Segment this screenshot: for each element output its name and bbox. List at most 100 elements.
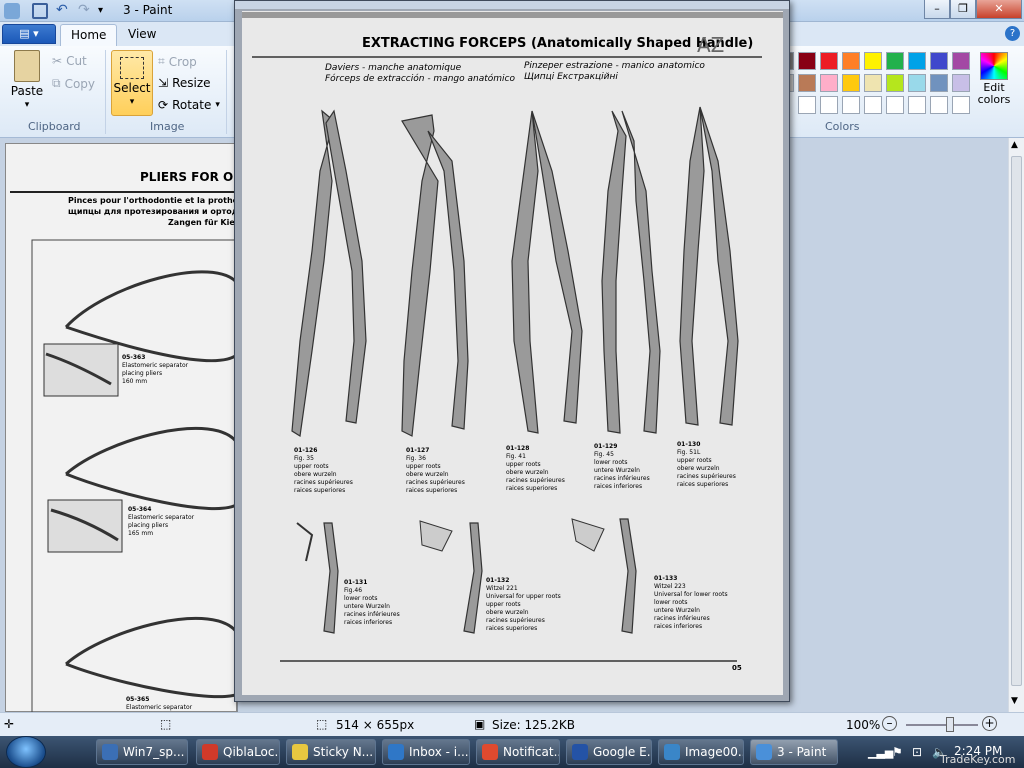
color-swatch[interactable]	[886, 52, 904, 70]
cut-button[interactable]: ✂ Cut	[52, 54, 87, 68]
catalog-subtitle: Daviers - manche anatomique	[325, 63, 462, 73]
color-swatch[interactable]	[908, 52, 926, 70]
close-button[interactable]: ✕	[976, 0, 1022, 19]
crop-button[interactable]: ⌗ Crop	[158, 54, 197, 69]
divider	[226, 50, 227, 134]
google-earth-icon	[572, 744, 588, 760]
vertical-scrollbar[interactable]: ▲ ▼	[1008, 138, 1024, 712]
chevron-down-icon: ▾	[129, 97, 135, 107]
taskbar-item-image-viewer[interactable]: Image00...	[658, 739, 744, 765]
catalog-left-subtitle: Zangen für Kief	[168, 218, 239, 227]
taskbar-item-sticky-notes[interactable]: Sticky N...	[286, 739, 376, 765]
empty-color-swatch[interactable]	[930, 96, 948, 114]
zoom-slider-track[interactable]	[906, 724, 978, 726]
copy-icon: ⧉	[52, 76, 61, 90]
paint-app-icon[interactable]	[4, 3, 20, 19]
scroll-down-icon[interactable]: ▼	[1011, 696, 1018, 706]
rotate-button[interactable]: ⟳ Rotate ▾	[158, 98, 220, 112]
save-icon[interactable]	[32, 3, 48, 19]
scroll-thumb[interactable]	[1011, 156, 1022, 686]
forceps-catalog-page: EXTRACTING FORCEPS (Anatomically Shaped …	[242, 11, 783, 695]
taskbar-item-win7-sp[interactable]: Win7_sp...	[96, 739, 188, 765]
edit-colors-button[interactable]: Edit colors	[977, 52, 1011, 106]
item-label: 05-363 Elastomeric separator placing plie…	[122, 354, 189, 385]
empty-color-swatch[interactable]	[864, 96, 882, 114]
taskbar-item-label: Sticky N...	[313, 745, 374, 759]
color-swatch[interactable]	[820, 52, 838, 70]
zoom-slider-thumb[interactable]	[946, 717, 954, 732]
taskbar-item-label: Inbox - i...	[409, 745, 469, 759]
network-icon[interactable]: ⊡	[912, 745, 922, 759]
minimize-button[interactable]: –	[924, 0, 950, 19]
inbox-icon	[388, 744, 404, 760]
color-swatch[interactable]	[864, 52, 882, 70]
color-swatch[interactable]	[930, 52, 948, 70]
empty-color-swatch[interactable]	[886, 96, 904, 114]
paint-menu-button[interactable]: ▤ ▾	[2, 24, 56, 44]
forceps-label: 01-130 Fig. 51L upper roots obere wurzeln ra…	[677, 441, 736, 488]
image-dimensions: 514 × 655px	[336, 718, 415, 732]
empty-color-swatch[interactable]	[908, 96, 926, 114]
forceps-label: 01-129 Fig. 45 lower roots untere Wurzeln ra…	[594, 443, 650, 490]
windows-taskbar: Win7_sp... QiblaLoc... Sticky N... Inbox - …	[0, 736, 1024, 768]
empty-color-swatch[interactable]	[952, 96, 970, 114]
tab-view[interactable]: View	[118, 24, 166, 46]
empty-color-swatch[interactable]	[842, 96, 860, 114]
help-icon[interactable]: ?	[1005, 26, 1020, 41]
color-swatch[interactable]	[908, 74, 926, 92]
image-viewer-icon	[664, 744, 680, 760]
cursor-position-icon: ✛	[4, 717, 15, 731]
taskbar-item-google-earth[interactable]: Google E...	[566, 739, 652, 765]
watermark: TradeKey.com	[940, 753, 1016, 766]
undo-icon[interactable]: ↶	[56, 3, 72, 19]
start-button[interactable]	[6, 736, 46, 768]
signal-icon[interactable]: ▁▃▅	[868, 746, 893, 759]
customize-quick-access-icon[interactable]: ▾	[98, 3, 114, 19]
color-swatch[interactable]	[820, 74, 838, 92]
chevron-down-icon: ▾	[24, 100, 30, 110]
flag-icon[interactable]: ⚑	[892, 745, 903, 759]
color-swatch[interactable]	[952, 52, 970, 70]
page-number: 05	[732, 664, 742, 672]
scroll-up-icon[interactable]: ▲	[1011, 140, 1018, 150]
crop-icon: ⌗	[158, 54, 165, 68]
color-swatch[interactable]	[864, 74, 882, 92]
brand-logo: AZ	[697, 33, 725, 57]
scissors-icon: ✂	[52, 54, 63, 68]
clipboard-icon	[14, 50, 40, 82]
photo-viewer-window[interactable]: EXTRACTING FORCEPS (Anatomically Shaped …	[234, 0, 790, 702]
taskbar-item-inbox[interactable]: Inbox - i...	[382, 739, 470, 765]
taskbar-item-paint[interactable]: 3 - Paint	[750, 739, 838, 765]
canvas-catalog-page[interactable]: PLIERS FOR ORTH Pinces pour l'orthodonti…	[5, 143, 260, 713]
color-swatch[interactable]	[886, 74, 904, 92]
taskbar-item-qiblaloc[interactable]: QiblaLoc...	[196, 739, 280, 765]
taskbar-item-label: Image00...	[685, 745, 744, 759]
empty-color-swatch[interactable]	[820, 96, 838, 114]
sticky-notes-icon	[292, 744, 308, 760]
forceps-label: 01-131 Fig.46 lower roots untere Wurzeln rac…	[344, 579, 400, 626]
image-dimensions-icon: ⬚	[316, 717, 328, 731]
color-swatch[interactable]	[798, 52, 816, 70]
taskbar-item-notifications[interactable]: Notificat...	[476, 739, 560, 765]
disk-icon: ▣	[474, 717, 486, 731]
select-button[interactable]: Select ▾	[111, 50, 153, 116]
maximize-button[interactable]: ❐	[950, 0, 976, 19]
redo-icon[interactable]: ↷	[78, 3, 94, 19]
zoom-out-button[interactable]: –	[882, 716, 897, 731]
orthodontic-pliers-drawing	[10, 191, 238, 713]
copy-button[interactable]: ⧉ Copy	[52, 76, 95, 91]
taskbar-item-label: QiblaLoc...	[223, 745, 280, 759]
color-swatch[interactable]	[952, 74, 970, 92]
paste-button[interactable]: Paste ▾	[8, 50, 46, 114]
color-swatch[interactable]	[842, 74, 860, 92]
tab-home[interactable]: Home	[60, 24, 118, 46]
color-swatch[interactable]	[930, 74, 948, 92]
zoom-in-button[interactable]: +	[982, 716, 997, 731]
chevron-down-icon: ▾	[215, 100, 220, 110]
color-swatch[interactable]	[798, 74, 816, 92]
resize-button[interactable]: ⇲ Resize	[158, 76, 211, 90]
empty-color-swatch[interactable]	[798, 96, 816, 114]
catalog-subtitle: Щипці Екстракційні	[524, 72, 618, 82]
color-swatch[interactable]	[842, 52, 860, 70]
viewer-title-bar[interactable]	[235, 1, 789, 9]
